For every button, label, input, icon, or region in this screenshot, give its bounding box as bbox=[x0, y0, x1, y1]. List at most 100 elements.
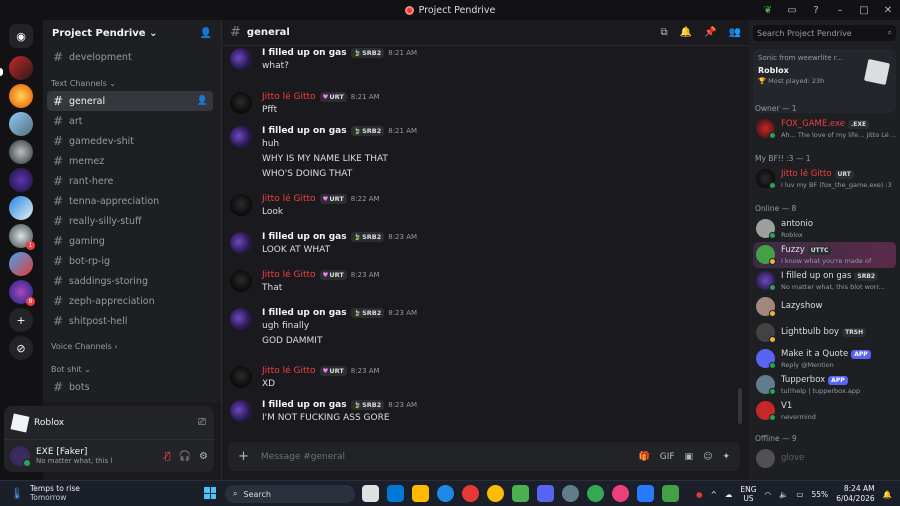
message-author[interactable]: Jitto lé Gitto bbox=[262, 270, 316, 280]
server-icon[interactable] bbox=[9, 140, 33, 164]
avatar[interactable] bbox=[230, 232, 252, 254]
app-icon[interactable] bbox=[437, 485, 454, 502]
server-icon[interactable] bbox=[9, 56, 33, 80]
member-item[interactable]: FOX_GAME.exe .EXE Ah... The love of my li… bbox=[753, 116, 896, 142]
server-icon[interactable] bbox=[9, 112, 33, 136]
message-author[interactable]: I filled up on gas bbox=[262, 126, 347, 136]
message[interactable]: I filled up on gasSRB28:23 AM I'M NOT FUC… bbox=[222, 400, 732, 429]
server-icon[interactable]: 1 bbox=[9, 224, 35, 250]
message-input[interactable]: Message #general bbox=[261, 452, 627, 462]
member-item[interactable]: Lightbulb boy TRSH bbox=[753, 320, 896, 346]
server-icon[interactable] bbox=[9, 252, 33, 276]
app-icon[interactable] bbox=[512, 485, 529, 502]
channel-saddings-storing[interactable]: # saddings-storing bbox=[47, 271, 213, 291]
leaf-icon[interactable]: ❦ bbox=[756, 5, 780, 16]
message-author[interactable]: Jitto lé Gitto bbox=[262, 366, 316, 376]
category-bot-shit[interactable]: Bot shit ⌄ bbox=[51, 365, 91, 374]
windows-start-icon[interactable] bbox=[204, 487, 216, 499]
message[interactable]: I filled up on gasSRB28:23 AM ugh finally… bbox=[222, 308, 732, 352]
message[interactable]: I filled up on gasSRB28:21 AM huh WHY IS M… bbox=[222, 126, 732, 185]
user-info[interactable]: EXE [Faker] No matter what, this l 🎙̸ 🎧 … bbox=[4, 440, 214, 472]
channel-really-silly-stuff[interactable]: # really-silly-stuff bbox=[47, 211, 213, 231]
message[interactable]: Jitto lé GittoURT8:22 AM Look bbox=[222, 194, 732, 223]
avatar[interactable] bbox=[230, 194, 252, 216]
discord-home-icon[interactable]: ◉ bbox=[9, 24, 33, 48]
message-author[interactable]: I filled up on gas bbox=[262, 232, 347, 242]
member-item[interactable]: Make it a Quote APP Reply @Mention bbox=[753, 346, 896, 372]
roblox-icon[interactable] bbox=[637, 485, 654, 502]
message-author[interactable]: Jitto lé Gitto bbox=[262, 194, 316, 204]
headphones-icon[interactable]: 🎧 bbox=[179, 451, 191, 462]
avatar[interactable] bbox=[230, 366, 252, 388]
channel-art[interactable]: # art bbox=[47, 111, 213, 131]
message[interactable]: Jitto lé GittoURT8:23 AM That bbox=[222, 270, 732, 299]
language-indicator[interactable]: ENG US bbox=[740, 485, 756, 503]
member-item[interactable]: Tupperbox APP tul!help | tupperbox.app bbox=[753, 372, 896, 398]
channel-rant-here[interactable]: # rant-here bbox=[47, 171, 213, 191]
server-icon[interactable] bbox=[9, 196, 33, 220]
discord-icon[interactable] bbox=[537, 485, 554, 502]
sticker-icon[interactable]: ▣ bbox=[685, 452, 694, 462]
invite-icon[interactable]: 👤 bbox=[197, 96, 208, 106]
member-item[interactable]: antonio Roblox bbox=[753, 216, 896, 242]
chrome-icon[interactable] bbox=[487, 485, 504, 502]
avatar[interactable] bbox=[230, 126, 252, 148]
channel-zeph-appreciation[interactable]: # zeph-appreciation bbox=[47, 291, 213, 311]
message[interactable]: Jitto lé GittoURT8:23 AM XD bbox=[222, 366, 732, 395]
channel-shitpost-hell[interactable]: # shitpost-hell bbox=[47, 311, 213, 331]
mic-muted-icon[interactable]: 🎙̸ bbox=[165, 451, 171, 462]
gift-icon[interactable]: 🎁 bbox=[639, 452, 650, 462]
member-item[interactable]: I filled up on gas SRB2 No matter what, th… bbox=[753, 268, 896, 294]
member-item[interactable]: Jitto lé Gitto URT i luv my BF (fox_the_g… bbox=[753, 166, 896, 192]
chat-scrollbar[interactable] bbox=[738, 388, 742, 424]
wifi-icon[interactable]: ◠ bbox=[765, 490, 772, 499]
app-icon[interactable] bbox=[462, 485, 479, 502]
member-item[interactable]: V1 nevermind bbox=[753, 398, 896, 424]
server-icon[interactable]: 8 bbox=[9, 280, 35, 306]
members-icon[interactable]: 👥 bbox=[729, 27, 741, 38]
chevron-up-icon[interactable]: ^ bbox=[711, 490, 717, 499]
message[interactable]: I filled up on gasSRB28:23 AM LOOK AT WHA… bbox=[222, 232, 732, 261]
server-icon[interactable] bbox=[9, 168, 33, 192]
battery-icon[interactable]: ▭ bbox=[796, 490, 803, 499]
avatar[interactable] bbox=[230, 48, 252, 70]
apps-icon[interactable]: ✦ bbox=[722, 452, 730, 462]
member-item[interactable]: Fuzzy UTTC i know what you're made of bbox=[753, 242, 896, 268]
onedrive-icon[interactable]: ☁ bbox=[725, 490, 733, 499]
task-view-icon[interactable] bbox=[362, 485, 379, 502]
help-icon[interactable]: ? bbox=[804, 5, 828, 16]
settings-icon[interactable] bbox=[562, 485, 579, 502]
discover-icon[interactable]: ⊘ bbox=[9, 336, 33, 360]
minimize-icon[interactable]: – bbox=[828, 5, 852, 16]
plus-icon[interactable]: + bbox=[238, 449, 249, 464]
search-input[interactable]: Search Project Pendrive ⌕ bbox=[753, 25, 896, 41]
threads-icon[interactable]: ⧉ bbox=[661, 27, 668, 38]
add-server-icon[interactable]: + bbox=[9, 308, 33, 332]
activity-status[interactable]: Roblox ⎚ bbox=[4, 406, 214, 440]
screen-share-icon[interactable]: ⎚ bbox=[198, 417, 206, 428]
volume-icon[interactable]: 🔈 bbox=[779, 490, 788, 499]
category-voice-channels[interactable]: Voice Channels › bbox=[51, 342, 118, 351]
avatar[interactable] bbox=[10, 446, 31, 467]
gif-icon[interactable]: GIF bbox=[660, 452, 675, 462]
avatar[interactable] bbox=[230, 270, 252, 292]
message-author[interactable]: I filled up on gas bbox=[262, 308, 347, 318]
file-explorer-icon[interactable] bbox=[412, 485, 429, 502]
tray-app-icon[interactable]: ● bbox=[696, 490, 703, 499]
message-author[interactable]: I filled up on gas bbox=[262, 48, 347, 58]
member-item[interactable]: Lazyshow bbox=[753, 294, 896, 320]
guild-header[interactable]: Project Pendrive ⌄ 👤 bbox=[43, 20, 221, 46]
channel-tenna-appreciation[interactable]: # tenna-appreciation bbox=[47, 191, 213, 211]
notification-icon[interactable]: 🔔 bbox=[883, 490, 892, 499]
store-icon[interactable] bbox=[387, 485, 404, 502]
clock[interactable]: 8:24 AM 6/04/2026 bbox=[836, 484, 874, 504]
taskbar-search[interactable]: ⌕ Search bbox=[225, 485, 355, 503]
bell-icon[interactable]: 🔔 bbox=[680, 27, 692, 38]
avatar[interactable] bbox=[230, 92, 252, 114]
channel-gaming[interactable]: # gaming bbox=[47, 231, 213, 251]
weather-widget[interactable]: 🌡 Temps to rise Tomorrow bbox=[10, 484, 80, 502]
message-author[interactable]: Jitto lé Gitto bbox=[262, 92, 316, 102]
channel-memez[interactable]: # memez bbox=[47, 151, 213, 171]
app-icon[interactable] bbox=[662, 485, 679, 502]
channel-development[interactable]: # development bbox=[47, 47, 213, 67]
